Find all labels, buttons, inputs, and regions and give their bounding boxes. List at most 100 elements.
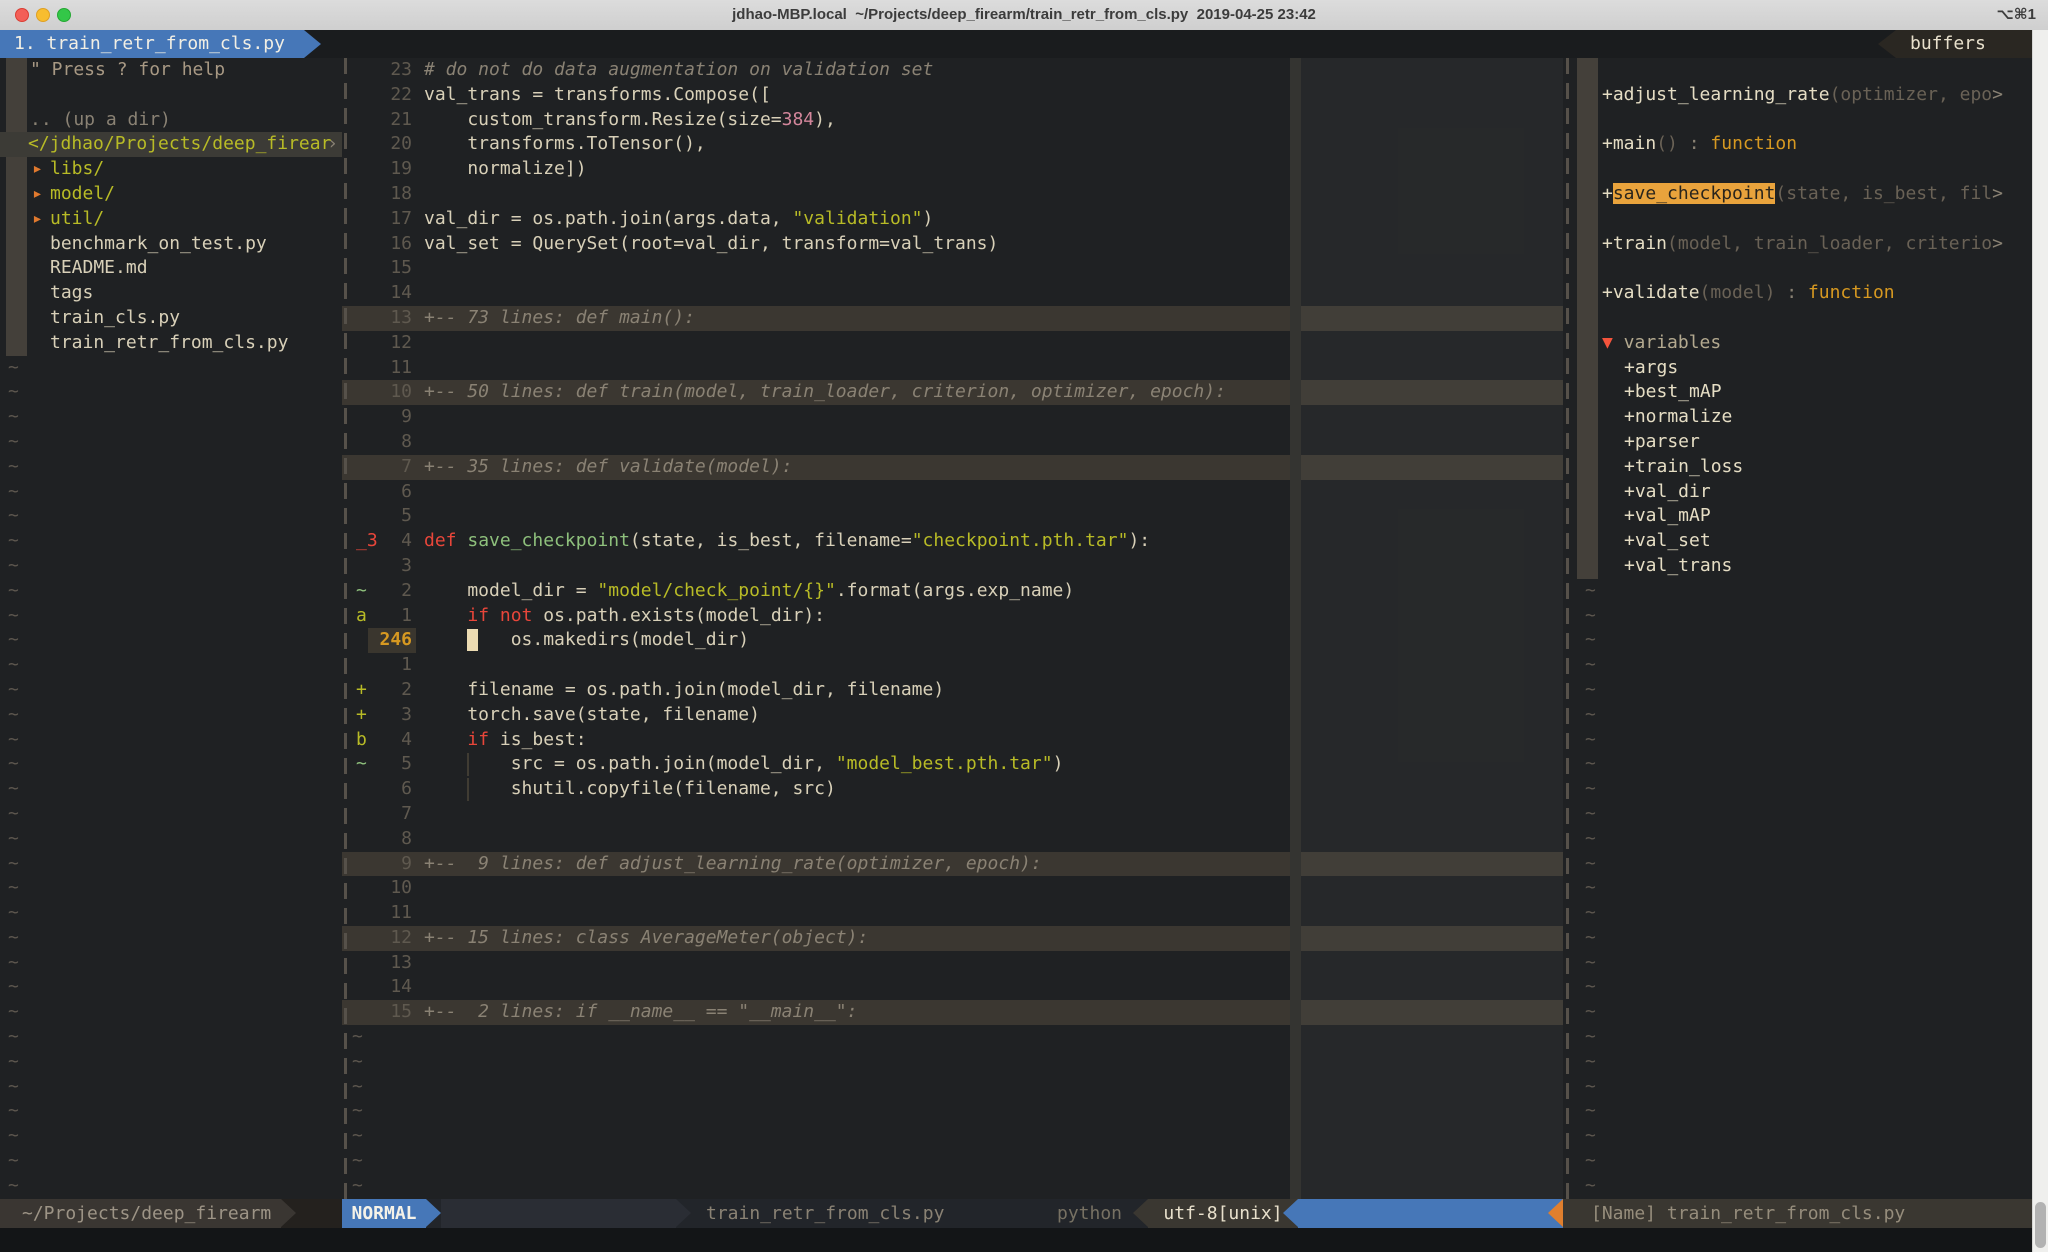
empty-line: ~	[0, 604, 342, 629]
tilde-marker: ~	[1585, 1050, 1596, 1075]
cursor-position-segment: 86% ☰ 246/284LN : 5	[1298, 1199, 1563, 1228]
tag-item[interactable]: +parser	[1577, 430, 2032, 455]
empty-line: ~	[0, 703, 342, 728]
empty-line: ~	[1577, 752, 2032, 777]
line-number: 7	[368, 455, 412, 480]
indent-guide	[467, 778, 469, 801]
chevron-right-icon: ▸	[32, 182, 43, 207]
tilde-marker: ~	[8, 1075, 19, 1100]
vim-tabline: 1. train_retr_from_cls.py buffers	[0, 30, 2048, 58]
empty-line: ~	[1577, 777, 2032, 802]
window-separator[interactable]	[1566, 58, 1569, 1199]
empty-line: ~	[0, 405, 342, 430]
empty-line: ~	[1577, 1075, 2032, 1100]
tag-item[interactable]: +validate(model) : function	[1577, 281, 2032, 306]
tag-item[interactable]: +normalize	[1577, 405, 2032, 430]
tilde-marker: ~	[1585, 777, 1596, 802]
tilde-marker: ~	[8, 356, 19, 381]
empty-line: ~	[1577, 852, 2032, 877]
tag-item[interactable]: +train(model, train_loader, criterio>	[1577, 232, 2032, 257]
tag-item[interactable]: +val_set	[1577, 529, 2032, 554]
tilde-marker: ~	[1585, 876, 1596, 901]
tree-item[interactable]: benchmark_on_test.py	[0, 232, 342, 257]
line-number: 9	[368, 852, 412, 877]
empty-line: ~	[0, 728, 342, 753]
empty-line: ~	[0, 802, 342, 827]
line-number: 4	[368, 728, 412, 753]
empty-line: ~	[0, 852, 342, 877]
empty-line: ~	[0, 926, 342, 951]
tilde-marker: ~	[8, 752, 19, 777]
filetype-label: python	[1057, 1199, 1122, 1228]
line-number: 11	[368, 356, 412, 381]
empty-line: ~	[1577, 951, 2032, 976]
tree-item[interactable]: " Press ? for help	[0, 58, 342, 83]
tree-item[interactable]: .. (up a dir)	[0, 108, 342, 133]
line-number: 8	[368, 827, 412, 852]
tree-item[interactable]: train_retr_from_cls.py	[0, 331, 342, 356]
tilde-marker: ~	[1585, 604, 1596, 629]
tilde-marker: ~	[8, 1025, 19, 1050]
empty-line: ~	[0, 430, 342, 455]
empty-line: ~	[0, 480, 342, 505]
tilde-marker: ~	[8, 1050, 19, 1075]
scrollbar[interactable]	[2032, 30, 2048, 1252]
vim-statusline: ~/Projects/deep_firearm NORMAL +8 ~3 -3m…	[0, 1199, 2048, 1228]
empty-line	[1577, 58, 2032, 83]
line-number: 7	[368, 802, 412, 827]
empty-line	[1577, 108, 2032, 133]
empty-line: ~	[1577, 876, 2032, 901]
tag-item[interactable]: +best_mAP	[1577, 380, 2032, 405]
tilde-marker: ~	[1585, 1025, 1596, 1050]
tagbar-sidebar: +adjust_learning_rate(optimizer, epo> +ma…	[1577, 58, 2032, 1199]
tilde-marker: ~	[1585, 653, 1596, 678]
tilde-marker: ~	[8, 777, 19, 802]
tag-item[interactable]: ▼ variables	[1577, 331, 2032, 356]
powerline-arrow-icon	[676, 1199, 691, 1227]
tag-item[interactable]: +main() : function	[1577, 132, 2032, 157]
tilde-marker: ~	[8, 604, 19, 629]
tilde-marker: ~	[8, 653, 19, 678]
tag-item[interactable]: +save_checkpoint(state, is_best, fil>	[1577, 182, 2032, 207]
tree-item[interactable]: ▸model/	[0, 182, 342, 207]
vim-command-line[interactable]	[0, 1228, 2048, 1252]
empty-line	[1577, 306, 2032, 331]
empty-line: ~	[1577, 901, 2032, 926]
tree-item[interactable]: ▸util/	[0, 207, 342, 232]
tag-item[interactable]: +val_trans	[1577, 554, 2032, 579]
tilde-marker: ~	[352, 1075, 363, 1100]
tag-item[interactable]: +args	[1577, 356, 2032, 381]
tab-train-retr-from-cls[interactable]: 1. train_retr_from_cls.py	[0, 30, 304, 58]
tilde-marker: ~	[8, 728, 19, 753]
line-number: 3	[368, 554, 412, 579]
gutter-sign: ~	[356, 579, 367, 604]
nerdtree-sidebar: " Press ? for help .. (up a dir)</jdhao/P…	[0, 58, 342, 1199]
tag-item[interactable]: +train_loss	[1577, 455, 2032, 480]
empty-line: ~	[0, 579, 342, 604]
tilde-marker: ~	[1585, 628, 1596, 653]
tilde-marker: ~	[1585, 1174, 1596, 1199]
nerdtree-path-segment: ~/Projects/deep_firearm	[0, 1199, 281, 1228]
line-number: 1	[368, 604, 412, 629]
window-separator[interactable]	[344, 58, 347, 1199]
tilde-marker: ~	[8, 951, 19, 976]
gutter-sign: +	[356, 703, 367, 728]
tree-item[interactable]: README.md	[0, 256, 342, 281]
empty-line: ~	[1577, 802, 2032, 827]
scrollbar-thumb[interactable]	[2035, 1202, 2046, 1248]
line-number: 16	[368, 232, 412, 257]
empty-line: ~	[0, 1025, 342, 1050]
line-number: 23	[368, 58, 412, 83]
tag-item[interactable]: +val_mAP	[1577, 504, 2032, 529]
line-number: 9	[368, 405, 412, 430]
tree-item[interactable]: ▸libs/	[0, 157, 342, 182]
indent-guide	[467, 753, 469, 776]
powerline-arrow-icon	[304, 30, 321, 58]
tree-item[interactable]: </jdhao/Projects/deep_firear›	[0, 132, 342, 157]
tag-item[interactable]: +adjust_learning_rate(optimizer, epo>	[1577, 83, 2032, 108]
tree-item[interactable]: tags	[0, 281, 342, 306]
line-number: 1	[368, 653, 412, 678]
tag-item[interactable]: +val_dir	[1577, 480, 2032, 505]
tree-item[interactable]: train_cls.py	[0, 306, 342, 331]
empty-line: ~	[1577, 1124, 2032, 1149]
